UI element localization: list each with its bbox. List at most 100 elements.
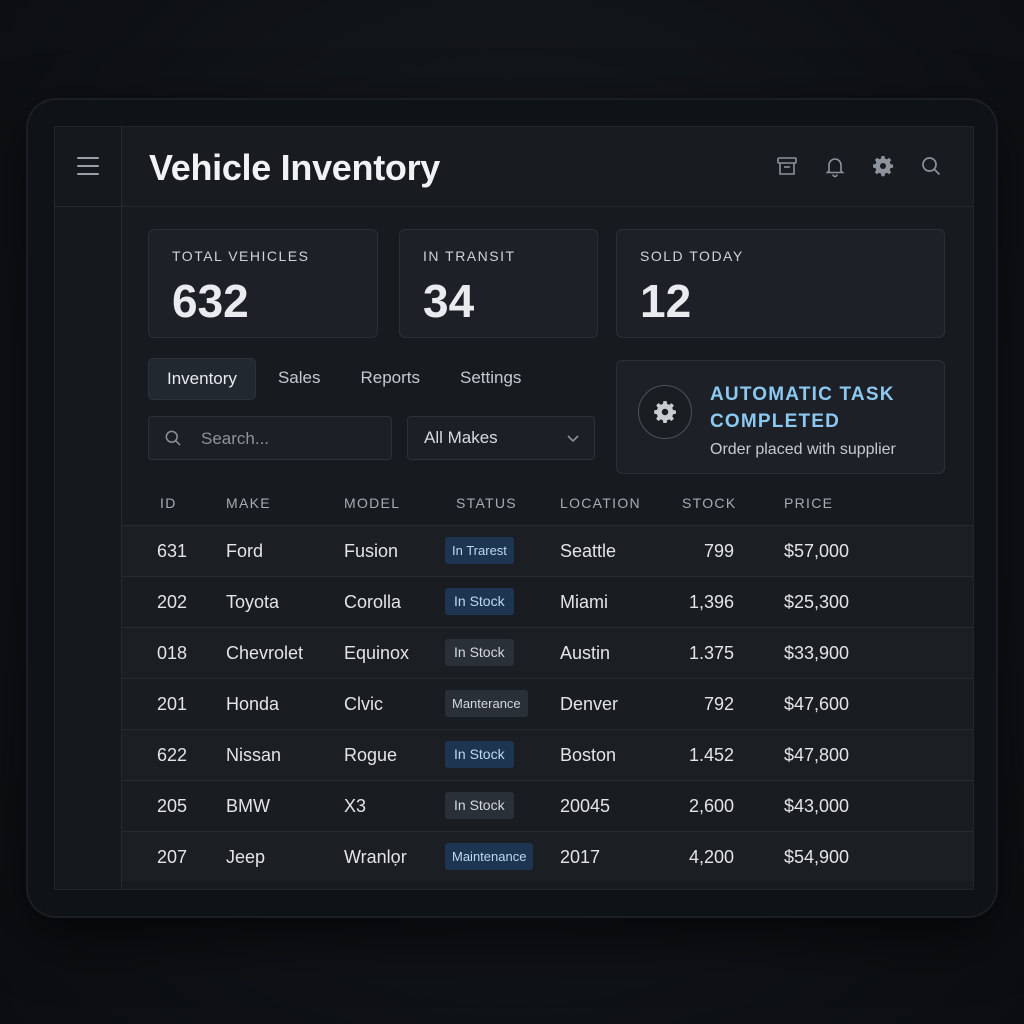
cell-id: 202 <box>157 592 188 612</box>
cell-price: $25,300 <box>784 592 850 612</box>
cell-location: 20045 <box>560 796 611 816</box>
cell-location: Boston <box>560 745 617 765</box>
table-header: ID MAKE MODEL STATUS LOCATION STOCK PRIC… <box>122 485 973 525</box>
cell-location: 2017 <box>560 847 601 867</box>
cell-location: Seattle <box>560 541 617 561</box>
column-header-price[interactable]: PRICE <box>784 495 833 511</box>
menu-icon[interactable] <box>77 157 99 175</box>
cell-id: 631 <box>157 541 188 561</box>
stat-card-in-transit: IN TRANSIT 34 <box>399 229 598 338</box>
column-header-location[interactable]: LOCATION <box>560 495 641 511</box>
table-row[interactable]: 018 Chevrolet Equinox Austin 1.375 $33,900 In … <box>122 627 973 678</box>
cell-price: $57,000 <box>784 541 850 561</box>
make-filter-select[interactable]: All Makes <box>407 416 595 460</box>
table-row[interactable]: 205 BMW X3 20045 2,600 $43,000 In Stock <box>122 780 973 831</box>
search-box <box>148 416 392 461</box>
cell-make: Jeep <box>226 847 266 867</box>
column-header-model[interactable]: MODEL <box>344 495 400 511</box>
cell-make: Honda <box>226 694 280 714</box>
status-badge: In Stock <box>445 588 514 615</box>
stat-value: 34 <box>423 275 475 327</box>
cell-price: $47,800 <box>784 745 850 765</box>
search-icon <box>163 428 183 448</box>
cell-location: Austin <box>560 643 611 663</box>
make-filter-value: All Makes <box>424 428 498 447</box>
cell-model: Equinox <box>344 643 410 663</box>
chevron-down-icon <box>566 431 580 445</box>
cell-make: Ford <box>226 541 264 561</box>
table-row[interactable]: 207 Jeep Wranlọr 2017 4,200 $54,900 Maintenanc… <box>122 831 973 882</box>
cell-price: $54,900 <box>784 847 850 867</box>
column-header-make[interactable]: MAKE <box>226 495 271 511</box>
cell-id: 205 <box>157 796 188 816</box>
table-body: 631 Ford Fusion Seattle 799 $57,000 In Trarest… <box>122 525 973 882</box>
status-badge: In Trarest <box>445 537 514 564</box>
cell-make: BMW <box>226 796 270 816</box>
cell-model: Corolla <box>344 592 402 612</box>
notification-title: AUTOMATIC TASK COMPLETED <box>710 384 895 432</box>
cell-model: Wranlọr <box>344 847 407 867</box>
status-badge: In Stock <box>445 741 514 768</box>
cell-make: Nissan <box>226 745 282 765</box>
cell-price: $33,900 <box>784 643 850 663</box>
notification-message: Order placed with supplier <box>710 441 896 458</box>
cell-stock: 2,600 <box>688 796 734 816</box>
bell-icon[interactable] <box>823 154 847 178</box>
rail-header <box>55 127 121 207</box>
gear-icon[interactable] <box>871 154 895 178</box>
status-badge: In Stock <box>445 639 514 666</box>
cell-stock: 1,396 <box>688 592 734 612</box>
cell-model: Clvic <box>344 694 383 714</box>
cell-location: Miami <box>560 592 608 612</box>
table-row[interactable]: 202 Toyota Corolla Miami 1,396 $25,300 In Stoc… <box>122 576 973 627</box>
stat-value: 12 <box>640 275 692 327</box>
cell-make: Chevrolet <box>226 643 304 663</box>
stat-card-total-vehicles: TOTAL VEHICLES 632 <box>148 229 378 338</box>
archive-icon[interactable] <box>775 154 799 178</box>
cell-make: Toyota <box>226 592 280 612</box>
tab-sales[interactable]: Sales <box>260 358 339 398</box>
stat-card-sold-today: SOLD TODAY 12 <box>616 229 945 338</box>
sidebar-rail <box>55 127 122 889</box>
stat-label: TOTAL VEHICLES <box>172 248 310 264</box>
cell-price: $47,600 <box>784 694 850 714</box>
cell-stock: 1.375 <box>688 643 734 663</box>
cell-stock: 4,200 <box>688 847 734 867</box>
search-icon[interactable] <box>919 154 943 178</box>
inventory-table: ID MAKE MODEL STATUS LOCATION STOCK PRIC… <box>122 485 973 882</box>
cell-location: Denver <box>560 694 619 714</box>
cell-stock: 792 <box>703 694 734 714</box>
top-bar: Vehicle Inventory <box>122 127 973 207</box>
cell-id: 201 <box>157 694 188 714</box>
search-input[interactable] <box>199 417 383 461</box>
cell-id: 622 <box>157 745 188 765</box>
tab-bar: Inventory Sales Reports Settings <box>148 358 539 400</box>
notification-card[interactable]: AUTOMATIC TASK COMPLETED Order placed wi… <box>616 360 945 474</box>
column-header-status[interactable]: STATUS <box>456 495 517 511</box>
status-badge: Manterance <box>445 690 528 717</box>
tab-settings[interactable]: Settings <box>442 358 539 398</box>
stat-label: IN TRANSIT <box>423 248 516 264</box>
tab-reports[interactable]: Reports <box>342 358 438 398</box>
cell-model: X3 <box>344 796 367 816</box>
column-header-stock[interactable]: STOCK <box>682 495 736 511</box>
column-header-id[interactable]: ID <box>160 495 177 511</box>
page-title: Vehicle Inventory <box>149 147 441 188</box>
status-badge: Maintenance <box>445 843 534 870</box>
cell-price: $43,000 <box>784 796 850 816</box>
table-row[interactable]: 622 Nissan Rogue Boston 1.452 $47,800 In Stock <box>122 729 973 780</box>
cell-id: 018 <box>157 643 188 663</box>
tab-inventory[interactable]: Inventory <box>148 358 256 400</box>
gear-icon <box>638 385 692 439</box>
app-screen: Vehicle Inventory TOTAL VEHICLES 632 IN … <box>54 126 974 890</box>
cell-id: 207 <box>157 847 188 867</box>
stat-label: SOLD TODAY <box>640 248 744 264</box>
cell-model: Rogue <box>344 745 398 765</box>
table-row[interactable]: 201 Honda Clvic Denver 792 $47,600 Manterance <box>122 678 973 729</box>
stat-value: 632 <box>172 275 249 327</box>
cell-stock: 799 <box>703 541 734 561</box>
table-row[interactable]: 631 Ford Fusion Seattle 799 $57,000 In Trarest <box>122 525 973 576</box>
cell-model: Fusion <box>344 541 399 561</box>
cell-stock: 1.452 <box>688 745 734 765</box>
status-badge: In Stock <box>445 792 514 819</box>
